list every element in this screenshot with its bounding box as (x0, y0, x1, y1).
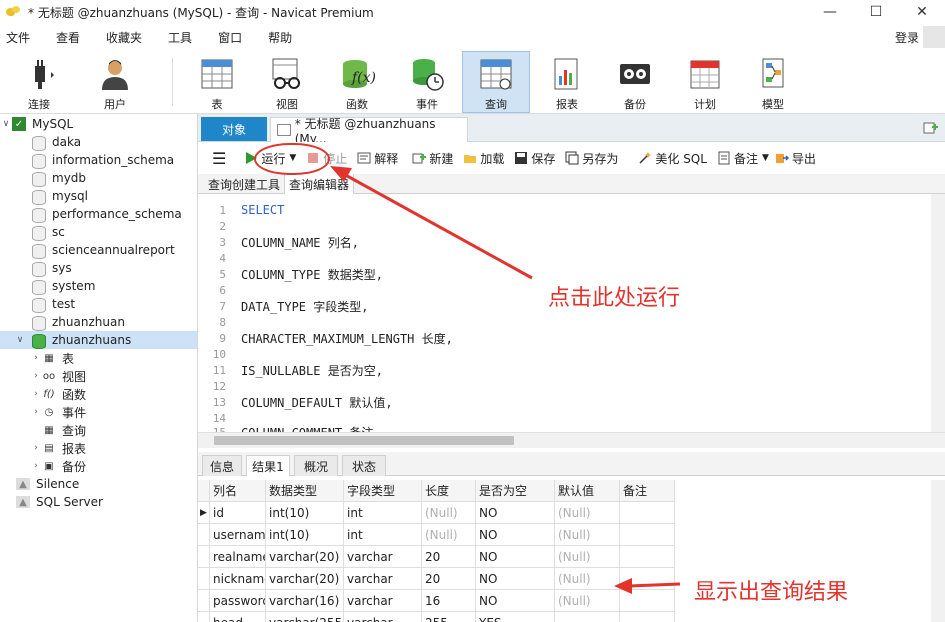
annotation-run-hint: 点击此处运行 (548, 286, 681, 311)
arrow-head (330, 166, 352, 182)
arrow-line (627, 582, 681, 588)
annotation-arrows (330, 166, 681, 594)
arrow-head (614, 578, 632, 594)
arrow-line (339, 170, 533, 280)
annotation-result-hint: 显示出查询结果 (694, 580, 849, 605)
